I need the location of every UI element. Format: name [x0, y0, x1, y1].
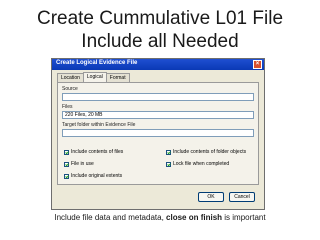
checkbox-icon: [166, 161, 171, 167]
caption-bold: close on finish: [166, 213, 223, 222]
files-label: Files: [62, 104, 73, 110]
files-field: 220 Files, 20 MB: [62, 111, 254, 119]
slide-title-line-2: Include all Needed: [81, 31, 239, 52]
slide-caption: Include file data and metadata, close on…: [0, 213, 320, 222]
checkbox-label: Include original extents: [71, 173, 123, 179]
tab-strip: Location Logical Format: [57, 72, 130, 83]
caption-prefix: Include file data and metadata,: [54, 213, 167, 222]
target-folder-input[interactable]: [62, 129, 254, 137]
dialog-titlebar: Create Logical Evidence File ×: [52, 59, 264, 70]
ok-button[interactable]: OK: [198, 192, 224, 202]
checkbox-label: Include contents of files: [71, 149, 124, 155]
checkbox-icon: [64, 161, 69, 167]
checkbox-icon: [64, 173, 69, 179]
slide-title-line-1: Create Cummulative L01 File: [36, 8, 284, 29]
file-in-use-checkbox[interactable]: File in use: [64, 161, 94, 167]
close-icon[interactable]: ×: [253, 60, 262, 69]
source-label: Source: [62, 86, 78, 92]
source-field[interactable]: [62, 93, 254, 101]
logical-tab-panel: Source Files 220 Files, 20 MB Target fol…: [57, 82, 259, 185]
checkbox-label: Include contents of folder objects: [173, 149, 247, 155]
target-folder-label: Target folder within Evidence File: [62, 122, 136, 128]
caption-suffix: is important: [222, 213, 266, 222]
tab-location[interactable]: Location: [57, 73, 84, 82]
cancel-button[interactable]: Cancel: [229, 192, 255, 202]
include-contents-of-files-checkbox[interactable]: Include contents of files: [64, 149, 123, 155]
lock-file-when-completed-checkbox[interactable]: Lock file when completed: [166, 161, 229, 167]
include-original-extents-checkbox[interactable]: Include original extents: [64, 173, 122, 179]
checkbox-label: Lock file when completed: [173, 161, 230, 167]
checkbox-label: File in use: [71, 161, 94, 167]
include-contents-of-folder-objects-checkbox[interactable]: Include contents of folder objects: [166, 149, 246, 155]
checkbox-icon: [166, 149, 171, 155]
checkbox-icon: [64, 149, 69, 155]
dialog-title: Create Logical Evidence File: [56, 60, 138, 66]
tab-format[interactable]: Format: [105, 73, 130, 82]
create-logical-evidence-dialog: Create Logical Evidence File × Location …: [51, 58, 265, 210]
